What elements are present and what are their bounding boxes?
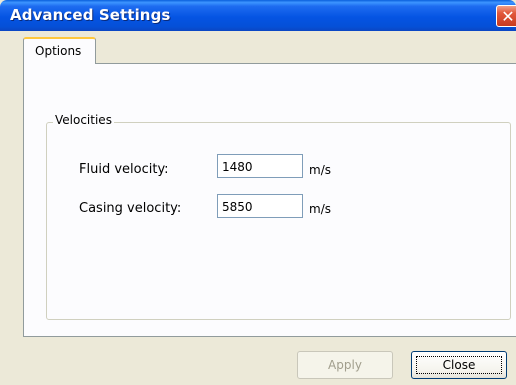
velocities-groupbox [46,122,511,320]
advanced-settings-dialog: Advanced Settings ✕ Options Velocities F… [0,0,516,385]
close-button-focus-ring [416,356,502,374]
casing-velocity-label: Casing velocity: [79,201,182,216]
fluid-velocity-unit: m/s [309,163,331,177]
casing-velocity-unit: m/s [309,202,331,216]
apply-button-label: Apply [328,358,362,372]
close-button[interactable]: Close [411,351,507,379]
close-icon: ✕ [501,7,515,26]
window-title: Advanced Settings [10,6,171,24]
title-bar[interactable]: Advanced Settings ✕ [0,0,516,31]
velocities-group-label: Velocities [53,113,114,127]
apply-button[interactable]: Apply [297,351,393,379]
tab-options[interactable]: Options [23,37,96,64]
casing-velocity-input[interactable] [217,194,303,218]
close-window-button[interactable]: ✕ [496,5,516,27]
fluid-velocity-label: Fluid velocity: [79,162,169,177]
tab-options-label: Options [35,44,82,58]
fluid-velocity-input[interactable] [217,154,303,178]
